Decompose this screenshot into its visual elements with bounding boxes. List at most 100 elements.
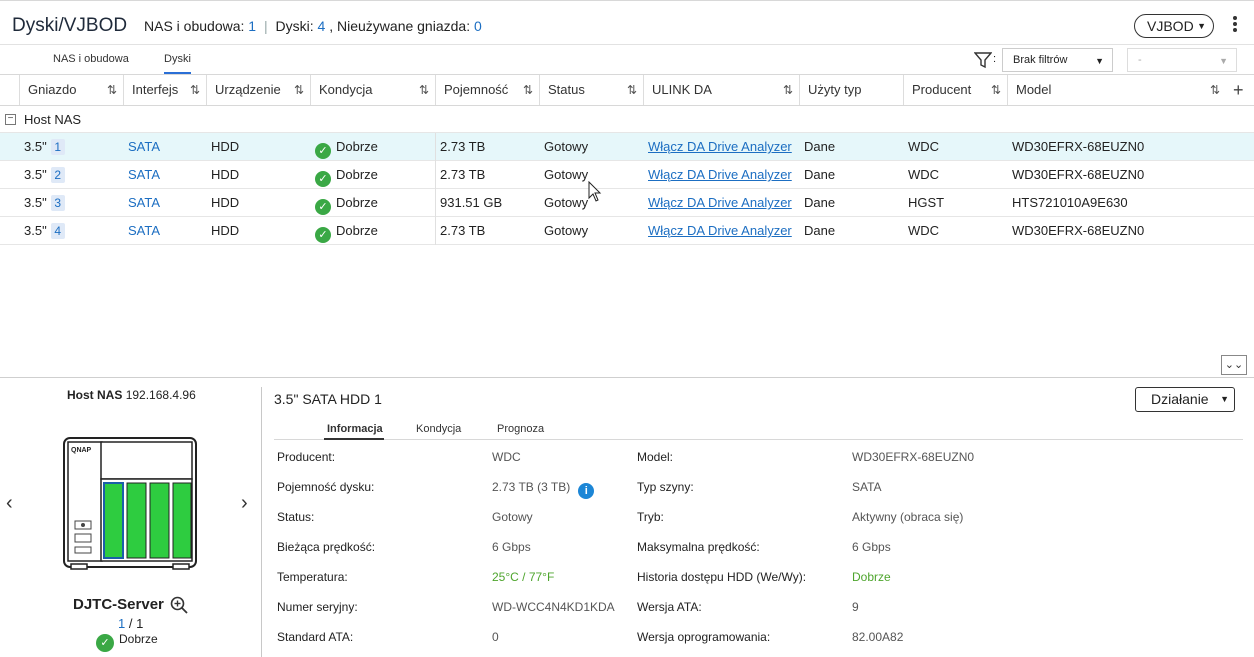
col-health[interactable]: Kondycja ⇅	[310, 75, 435, 105]
capacity-cell: 2.73 TB	[440, 223, 486, 238]
caret-down-icon: ▼	[1220, 394, 1229, 404]
table-row[interactable]: 3.5" 2 SATA HDD ✓ Dobrze 2.73 TB Gotowy Wł…	[0, 161, 1254, 189]
server-name: DJTC-Server	[73, 596, 164, 613]
ulink-link[interactable]: Włącz DA Drive Analyzer	[648, 133, 792, 160]
filter-secondary-dropdown[interactable]: - ▼	[1127, 48, 1237, 72]
sort-icon: ⇅	[1209, 83, 1220, 97]
chevron-left-icon[interactable]: ‹	[6, 492, 13, 515]
column-divider	[435, 133, 436, 245]
collapse-group-icon[interactable]: −	[5, 114, 16, 125]
capacity-cell: 2.73 TB	[440, 139, 486, 154]
ulink-link[interactable]: Włącz DA Drive Analyzer	[648, 217, 792, 244]
disk-title: 3.5" SATA HDD 1	[274, 391, 382, 407]
col-capacity[interactable]: Pojemność ⇅	[435, 75, 539, 105]
active-tab-indicator	[324, 438, 384, 440]
io-history-value: Dobrze	[852, 570, 891, 584]
tab-disks[interactable]: Dyski	[164, 53, 191, 74]
col-interface[interactable]: Interfejs ⇅	[123, 75, 206, 105]
filter-icon[interactable]	[974, 51, 992, 69]
enclosure-status: ✓ Dobrze	[96, 632, 158, 652]
used-type-cell: Dane	[804, 167, 836, 182]
field-value: SATA	[852, 480, 882, 494]
col-ulink[interactable]: ULINK DA ⇅	[643, 75, 799, 105]
field-value: WD-WCC4N4KD1KDA	[492, 600, 615, 614]
vendor-cell: WDC	[908, 223, 940, 238]
collapse-panel-icon[interactable]: ⌄⌄	[1221, 355, 1247, 375]
add-column-icon[interactable]: +	[1233, 75, 1244, 105]
field-label: Model:	[637, 450, 674, 464]
col-slot[interactable]: Gniazdo ⇅	[19, 75, 123, 105]
slot-cell: 3.5" 2	[24, 161, 65, 188]
tab-information[interactable]: Informacja	[327, 423, 383, 435]
tab-health[interactable]: Kondycja	[416, 423, 461, 435]
action-button[interactable]: Działanie ▼	[1135, 387, 1235, 412]
col-device[interactable]: Urządzenie ⇅	[206, 75, 310, 105]
col-status[interactable]: Status ⇅	[539, 75, 643, 105]
field-value: Aktywny (obraca się)	[852, 510, 964, 524]
device-cell: HDD	[211, 167, 240, 182]
col-vendor[interactable]: Producent ⇅	[903, 75, 1007, 105]
table-header: Gniazdo ⇅ Interfejs ⇅ Urządzenie ⇅ Kondycja…	[0, 75, 1254, 106]
sort-icon: ⇅	[522, 83, 533, 97]
more-options-icon[interactable]	[1230, 16, 1240, 38]
enclosure-pager: 1 / 1	[118, 616, 144, 631]
health-cell: ✓ Dobrze	[315, 189, 378, 216]
field-label: Temperatura:	[277, 570, 348, 584]
ulink-link[interactable]: Włącz DA Drive Analyzer	[648, 189, 792, 216]
field-label: Bieżąca prędkość:	[277, 540, 376, 554]
capacity-cell: 2.73 TB	[440, 167, 486, 182]
disks-label: Dyski:	[275, 18, 314, 34]
nas-enclosure-image[interactable]: QNAP	[63, 437, 197, 571]
info-icon[interactable]: i	[578, 483, 595, 499]
slot-cell: 3.5" 3	[24, 189, 65, 216]
model-cell: WD30EFRX-68EUZN0	[1012, 139, 1145, 154]
filter-value: Brak filtrów	[1013, 54, 1068, 66]
field-label: Tryb:	[637, 510, 664, 524]
check-circle-icon: ✓	[315, 199, 331, 215]
col-used-type[interactable]: Użyty typ	[799, 75, 903, 105]
tab-divider	[274, 439, 1243, 440]
col-model[interactable]: Model ⇅	[1007, 75, 1226, 105]
disks-count: 4	[317, 18, 326, 34]
table-row[interactable]: 3.5" 3 SATA HDD ✓ Dobrze 931.51 GB Gotowy …	[0, 189, 1254, 217]
table-row[interactable]: 3.5" 1 SATA HDD ✓ Dobrze 2.73 TB Gotowy Wł…	[0, 133, 1254, 161]
disk-detail-panel: 3.5" SATA HDD 1 Działanie ▼ Informacja K…	[262, 378, 1254, 657]
vjbod-button-label: VJBOD	[1147, 18, 1194, 34]
used-type-cell: Dane	[804, 139, 836, 154]
check-circle-icon: ✓	[315, 171, 331, 187]
filter-dropdown[interactable]: Brak filtrów ▼	[1002, 48, 1113, 72]
interface-cell: SATA	[128, 139, 161, 154]
field-value: Gotowy	[492, 510, 533, 524]
used-type-cell: Dane	[804, 195, 836, 210]
model-cell: HTS721010A9E630	[1012, 195, 1128, 210]
sort-icon: ⇅	[189, 83, 200, 97]
field-value: 2.73 TB (3 TB) i	[492, 480, 595, 499]
tab-forecast[interactable]: Prognoza	[497, 423, 544, 435]
table-row[interactable]: 3.5" 4 SATA HDD ✓ Dobrze 2.73 TB Gotowy Wł…	[0, 217, 1254, 245]
sort-icon: ⇅	[782, 83, 793, 97]
svg-text:QNAP: QNAP	[71, 447, 92, 454]
ulink-link[interactable]: Włącz DA Drive Analyzer	[648, 161, 792, 188]
tab-nas-enclosure[interactable]: NAS i obudowa	[53, 53, 129, 65]
view-tabs: NAS i obudowa Dyski : Brak filtrów ▼ - ▼	[0, 45, 1254, 75]
field-value: 0	[492, 630, 499, 644]
group-row[interactable]: − Host NAS	[0, 106, 1254, 133]
check-circle-icon: ✓	[96, 634, 114, 652]
zoom-in-icon[interactable]	[170, 596, 188, 614]
page-header: Dyski/VJBOD NAS i obudowa: 1 | Dyski: 4 …	[0, 4, 1254, 45]
vendor-cell: WDC	[908, 167, 940, 182]
field-label: Standard ATA:	[277, 630, 354, 644]
field-label: Maksymalna prędkość:	[637, 540, 760, 554]
model-cell: WD30EFRX-68EUZN0	[1012, 223, 1145, 238]
caret-down-icon: ▼	[1197, 21, 1206, 31]
chevron-right-icon[interactable]: ›	[241, 492, 248, 515]
field-value: 6 Gbps	[492, 540, 531, 554]
field-label: Producent:	[277, 450, 336, 464]
used-type-cell: Dane	[804, 223, 836, 238]
device-cell: HDD	[211, 139, 240, 154]
group-label: Host NAS	[24, 112, 82, 127]
health-cell: ✓ Dobrze	[315, 217, 378, 244]
filter-secondary-value: -	[1138, 54, 1142, 66]
vjbod-button[interactable]: VJBOD ▼	[1134, 14, 1214, 38]
unused-count: 0	[473, 18, 482, 34]
